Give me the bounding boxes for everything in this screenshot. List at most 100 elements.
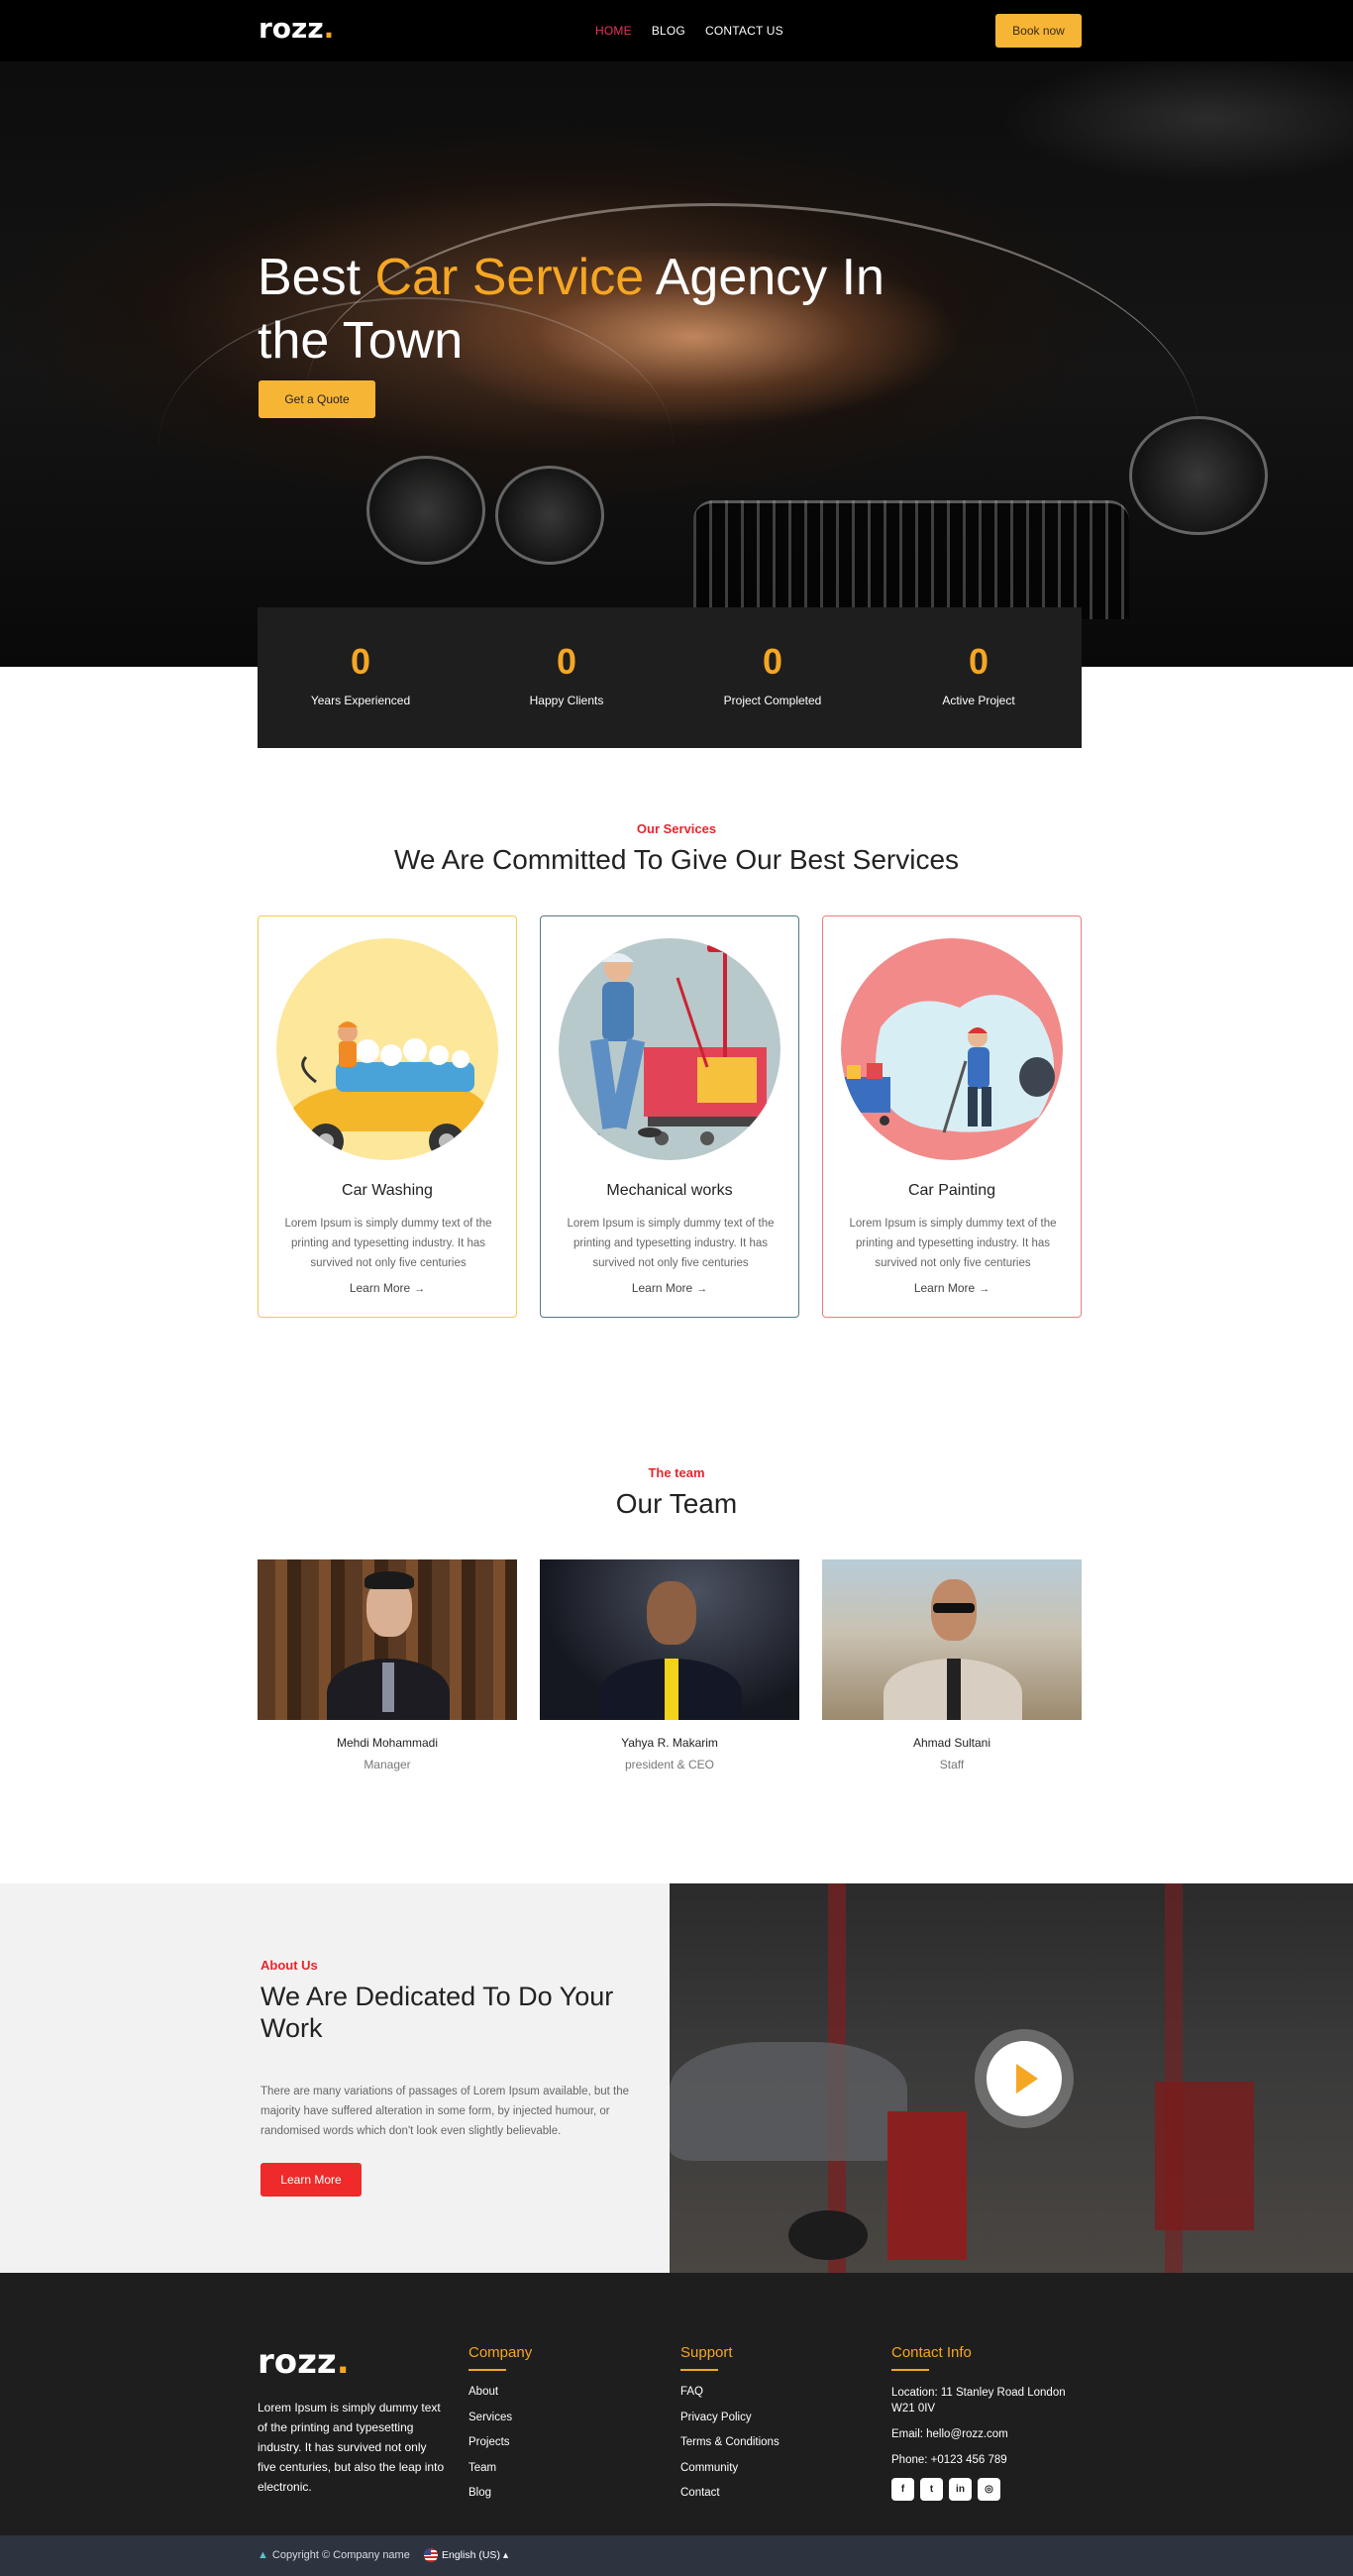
book-now-button[interactable]: Book now xyxy=(995,14,1082,48)
stat-label: Active Project xyxy=(942,694,1015,707)
nav-link-home[interactable]: HOME xyxy=(595,24,632,38)
bottom-bar: ▲ Copyright © Company name English (US) ▴ xyxy=(0,2535,1353,2576)
member-role: president & CEO xyxy=(624,1758,715,1771)
team-title: Our Team xyxy=(615,1488,738,1519)
contact-email: Email: hello@rozz.com xyxy=(891,2428,1008,2440)
about-text: There are many variations of passages of… xyxy=(260,2086,630,2137)
about-eyebrow: About Us xyxy=(260,1958,318,1973)
logo[interactable]: rozz. xyxy=(259,12,334,45)
about-learn-more-button[interactable]: Learn More xyxy=(260,2163,362,2197)
play-icon xyxy=(1016,2064,1038,2093)
instagram-icon[interactable]: ◎ xyxy=(978,2478,1000,2501)
stat-clients: 0 Happy Clients xyxy=(464,607,670,748)
facebook-icon[interactable]: f xyxy=(891,2478,914,2501)
footer-link-projects[interactable]: Projects xyxy=(468,2435,532,2450)
stat-value: 0 xyxy=(762,641,783,682)
stat-value: 0 xyxy=(968,641,989,682)
arrow-right-icon: → xyxy=(696,1283,708,1295)
member-role: Manager xyxy=(364,1758,411,1771)
member-name: Mehdi Mohammadi xyxy=(336,1736,439,1750)
footer-link-terms[interactable]: Terms & Conditions xyxy=(680,2435,780,2450)
stat-value: 0 xyxy=(556,641,577,682)
play-button-inner xyxy=(987,2041,1062,2116)
mechanical-works-illustration xyxy=(559,938,781,1160)
footer-company-column: Company About Services Projects Team Blo… xyxy=(468,2344,532,2512)
learn-more-link[interactable]: Learn More → xyxy=(541,1281,798,1295)
heading-underline xyxy=(468,2369,506,2371)
footer-link-contact[interactable]: Contact xyxy=(680,2486,780,2501)
footer-link-team[interactable]: Team xyxy=(468,2461,532,2476)
car-grille xyxy=(693,500,1129,619)
navbar: rozz. HOME BLOG CONTACT US Book now xyxy=(0,0,1353,61)
footer-link-faq[interactable]: FAQ xyxy=(680,2385,780,2400)
nav-link-blog[interactable]: BLOG xyxy=(652,24,685,38)
mechanical-works-icon xyxy=(559,938,781,1160)
car-washing-illustration xyxy=(276,938,498,1160)
hero-section: Best Car Service Agency In the Town Get … xyxy=(0,0,1353,667)
footer-contact-column: Contact Info Location: 11 Stanley Road L… xyxy=(891,2344,1080,2501)
service-title: Mechanical works xyxy=(606,1182,733,1199)
footer-company-title: Company xyxy=(468,2344,533,2361)
car-painting-illustration xyxy=(841,938,1063,1160)
footer-link-blog[interactable]: Blog xyxy=(468,2486,532,2501)
service-description: Lorem Ipsum is simply dummy text of the … xyxy=(284,1218,492,1269)
stat-years: 0 Years Experienced xyxy=(258,607,464,748)
member-photo xyxy=(822,1559,1082,1720)
hero-title: Best Car Service Agency In the Town xyxy=(258,249,885,370)
footer-link-services[interactable]: Services xyxy=(468,2411,532,2425)
stat-active: 0 Active Project xyxy=(876,607,1082,748)
car-washing-icon xyxy=(276,938,498,1160)
service-title: Car Washing xyxy=(342,1182,433,1199)
copyright-icon: ▲ xyxy=(258,2549,268,2561)
member-name: Yahya R. Makarim xyxy=(621,1736,718,1750)
learn-more-link[interactable]: Learn More → xyxy=(823,1281,1081,1295)
learn-more-link[interactable]: Learn More → xyxy=(259,1281,516,1295)
arrow-right-icon: → xyxy=(414,1283,426,1295)
services-title: We Are Committed To Give Our Best Servic… xyxy=(393,844,960,875)
car-headlight xyxy=(1129,416,1268,535)
linkedin-icon[interactable]: in xyxy=(949,2478,972,2501)
team-member-card: Yahya R. Makarim president & CEO xyxy=(540,1559,799,1771)
service-description: Lorem Ipsum is simply dummy text of the … xyxy=(849,1218,1057,1269)
stat-value: 0 xyxy=(350,641,371,682)
nav-link-contact[interactable]: CONTACT US xyxy=(705,24,783,38)
service-description: Lorem Ipsum is simply dummy text of the … xyxy=(567,1218,775,1269)
member-photo xyxy=(540,1559,799,1720)
footer-link-about[interactable]: About xyxy=(468,2385,532,2400)
about-section: About Us We Are Dedicated To Do Your Wor… xyxy=(0,1883,670,2273)
play-video-button[interactable] xyxy=(975,2029,1074,2128)
services-eyebrow: Our Services xyxy=(636,821,717,836)
stat-label: Happy Clients xyxy=(529,694,604,707)
service-title: Car Painting xyxy=(907,1182,996,1199)
footer: rozz. Lorem Ipsum is simply dummy text o… xyxy=(0,2273,1353,2535)
social-links: f t in ◎ xyxy=(891,2478,1080,2501)
heading-underline xyxy=(891,2369,929,2371)
copyright: ▲ Copyright © Company name xyxy=(258,2549,410,2561)
service-card-car-washing: Car Washing Lorem Ipsum is simply dummy … xyxy=(258,915,517,1318)
twitter-icon[interactable]: t xyxy=(920,2478,943,2501)
team-member-card: Ahmad Sultani Staff xyxy=(822,1559,1082,1771)
car-headlight xyxy=(495,466,604,565)
contact-phone: Phone: +0123 456 789 xyxy=(891,2454,1007,2466)
language-selector[interactable]: English (US) ▴ xyxy=(424,2548,508,2562)
service-card-mechanical-works: Mechanical works Lorem Ipsum is simply d… xyxy=(540,915,799,1318)
footer-support-title: Support xyxy=(680,2344,733,2361)
member-name: Ahmad Sultani xyxy=(912,1736,991,1750)
footer-link-privacy[interactable]: Privacy Policy xyxy=(680,2411,780,2425)
nav-links: HOME BLOG CONTACT US xyxy=(595,24,783,38)
stats-bar: 0 Years Experienced 0 Happy Clients 0 Pr… xyxy=(258,607,1082,748)
car-painting-icon xyxy=(841,938,1063,1160)
member-role: Staff xyxy=(939,1758,965,1771)
hero-title-highlight: Car Service xyxy=(374,249,645,306)
arrow-right-icon: → xyxy=(979,1283,990,1295)
stat-label: Years Experienced xyxy=(310,694,411,707)
contact-location: Location: 11 Stanley Road London W21 0IV xyxy=(891,2387,1066,2415)
stat-completed: 0 Project Completed xyxy=(670,607,876,748)
caret-up-icon: ▴ xyxy=(502,2548,509,2561)
get-quote-button[interactable]: Get a Quote xyxy=(259,380,375,418)
team-member-card: Mehdi Mohammadi Manager xyxy=(258,1559,517,1771)
footer-logo[interactable]: rozz. xyxy=(258,2342,350,2382)
footer-link-community[interactable]: Community xyxy=(680,2461,780,2476)
member-photo xyxy=(258,1559,517,1720)
about-title: We Are Dedicated To Do Your Work xyxy=(260,1982,614,2043)
